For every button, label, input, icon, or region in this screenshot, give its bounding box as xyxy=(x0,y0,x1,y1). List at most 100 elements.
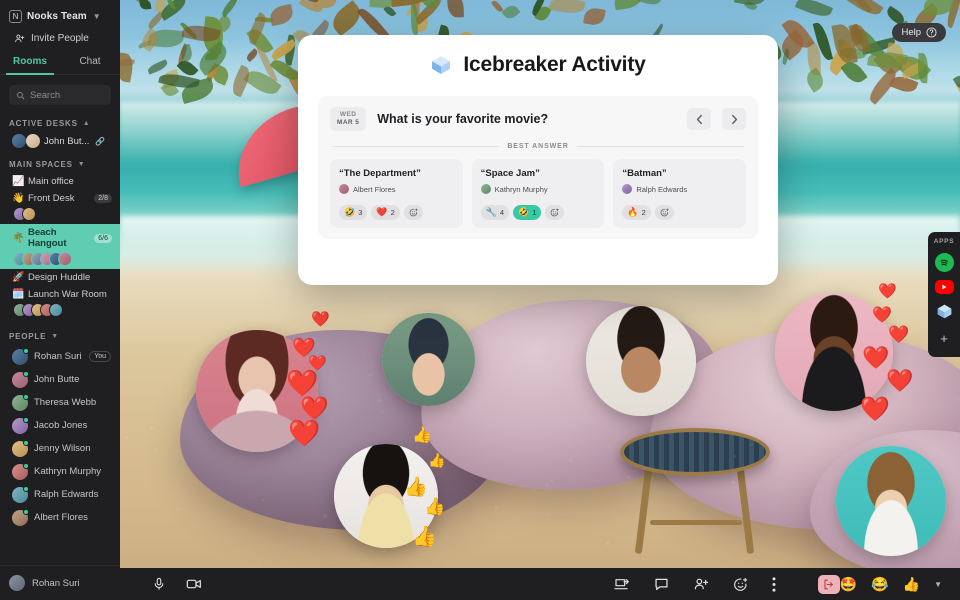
beach-table xyxy=(620,428,770,476)
invite-people-label: Invite People xyxy=(31,33,89,44)
video-tile[interactable] xyxy=(836,446,946,556)
divider-line xyxy=(332,146,500,147)
participant-video xyxy=(196,330,318,452)
avatar-wrapper xyxy=(12,347,29,365)
chat-button[interactable] xyxy=(654,577,669,591)
leaf xyxy=(612,0,643,11)
main-spaces-header[interactable]: MAIN SPACES ▼ xyxy=(0,152,120,173)
app-spotify-button[interactable] xyxy=(934,253,954,272)
sand-speck xyxy=(383,548,387,553)
reaction-chip[interactable]: 🤣 1 xyxy=(513,205,542,220)
sidebar-space-design-huddle[interactable]: 🚀 Design Huddle xyxy=(0,269,120,286)
question-card: WED MAR 5 What is your favorite movie? B… xyxy=(318,96,758,239)
people-header[interactable]: PEOPLE ▼ xyxy=(0,320,120,345)
sidebar-person-jacob-jones[interactable]: Jacob Jones xyxy=(0,414,120,437)
answer-card[interactable]: “Space Jam” Kathryn Murphy 🔧 4 🤣 1 xyxy=(471,159,605,228)
sidebar-person-ralph-edwards[interactable]: Ralph Edwards xyxy=(0,483,120,506)
sand-speck xyxy=(388,287,390,289)
answer-card[interactable]: “The Department” Albert Flores 🤣 3 ❤️ 2 xyxy=(330,159,463,228)
camera-button[interactable] xyxy=(186,577,202,591)
sidebar-person-jenny-wilson[interactable]: Jenny Wilson xyxy=(0,437,120,460)
sand-speck xyxy=(561,512,563,514)
add-people-button[interactable] xyxy=(693,577,709,591)
reactions-button[interactable] xyxy=(733,577,748,592)
app-youtube-button[interactable] xyxy=(934,280,954,294)
space-row: 👋 Front Desk 2/8 xyxy=(12,193,112,204)
video-tile[interactable] xyxy=(334,444,438,548)
sidebar-person-theresa-webb[interactable]: Theresa Webb xyxy=(0,391,120,414)
sidebar-person-albert-flores[interactable]: Albert Flores xyxy=(0,506,120,529)
sidebar-person-kathryn-murphy[interactable]: Kathryn Murphy xyxy=(0,460,120,483)
help-button[interactable]: Help xyxy=(892,23,946,42)
microphone-button[interactable] xyxy=(152,577,166,591)
video-tile[interactable] xyxy=(196,330,318,452)
online-status-dot xyxy=(23,416,29,423)
tab-chat[interactable]: Chat xyxy=(60,52,120,74)
link-icon[interactable]: 🔗 xyxy=(95,137,105,146)
sidebar-space-front-desk[interactable]: 👋 Front Desk 2/8 xyxy=(0,190,120,224)
sand-speck xyxy=(733,455,737,458)
answer-author: Albert Flores xyxy=(339,184,454,194)
sidebar-space-main-office[interactable]: 📈 Main office xyxy=(0,173,120,190)
add-reaction-button[interactable] xyxy=(403,205,423,220)
sidebar-space-launch-war-room[interactable]: 🗓️ Launch War Room xyxy=(0,286,120,320)
sand-speck xyxy=(154,448,158,452)
video-tile[interactable] xyxy=(382,313,475,406)
video-tile[interactable] xyxy=(775,293,893,411)
sidebar-person-john-butte[interactable]: John Butte xyxy=(0,368,120,391)
app-icebreaker-button[interactable] xyxy=(935,302,954,321)
team-switcher[interactable]: N Nooks Team ▼ xyxy=(0,0,120,31)
avatar xyxy=(58,252,72,266)
space-name: Design Huddle xyxy=(28,272,91,283)
avatar-wrapper xyxy=(12,439,29,457)
answer-card[interactable]: “Batman” Ralph Edwards 🔥 2 xyxy=(613,159,747,228)
sand-speck xyxy=(471,498,474,501)
sidebar-person-rohan-suri[interactable]: Rohan Suri You xyxy=(0,345,120,368)
reaction-chip[interactable]: 🔧 4 xyxy=(480,205,510,220)
active-desks-header[interactable]: ACTIVE DESKS ▲ xyxy=(0,111,120,132)
add-reaction-button[interactable] xyxy=(545,205,565,220)
quick-reaction-star-struck[interactable]: 🤩 xyxy=(840,577,857,591)
search-input[interactable]: Search xyxy=(9,85,111,105)
share-screen-button[interactable] xyxy=(614,577,630,591)
sand-speck xyxy=(957,428,959,430)
next-question-button[interactable] xyxy=(722,108,746,130)
answer-author: Kathryn Murphy xyxy=(480,184,596,194)
online-status-dot xyxy=(23,462,29,469)
quick-reaction-thumbs-up[interactable]: 👍 xyxy=(903,577,920,591)
avatar xyxy=(9,575,25,591)
add-reaction-icon xyxy=(551,208,560,217)
leave-room-button[interactable] xyxy=(817,574,840,594)
icebreaker-modal: Icebreaker Activity WED MAR 5 What is yo… xyxy=(298,35,778,285)
sand-speck xyxy=(380,410,383,414)
sand-speck xyxy=(607,492,609,495)
reaction-chip[interactable]: 🤣 3 xyxy=(339,205,368,220)
reaction-count: 3 xyxy=(358,208,363,217)
more-options-button[interactable] xyxy=(772,576,776,592)
reaction-chip[interactable]: ❤️ 2 xyxy=(371,205,400,220)
current-user-bar[interactable]: Rohan Suri xyxy=(0,565,120,600)
sand-speck xyxy=(538,367,541,370)
quick-reaction-joy[interactable]: 😂 xyxy=(871,577,888,591)
sidebar-tabs: Rooms Chat xyxy=(0,52,120,75)
sand-speck xyxy=(261,498,264,501)
person-name: Albert Flores xyxy=(34,512,88,523)
active-desk-item[interactable]: John But... 🔗 xyxy=(0,132,120,152)
sidebar-space-beach-hangout[interactable]: 🌴 Beach Hangout 6/6 xyxy=(0,224,120,269)
leaf xyxy=(844,0,884,20)
sidebar: N Nooks Team ▼ Invite People Rooms Chat … xyxy=(0,0,120,600)
chevron-down-icon[interactable]: ▼ xyxy=(934,580,942,589)
tab-rooms[interactable]: Rooms xyxy=(0,52,60,74)
previous-question-button[interactable] xyxy=(687,108,711,130)
person-name: Jacob Jones xyxy=(34,420,88,431)
leaf xyxy=(956,40,960,71)
screen-share-icon xyxy=(614,579,629,590)
reaction-chip[interactable]: 🔥 2 xyxy=(622,205,651,220)
add-reaction-button[interactable] xyxy=(654,205,674,220)
invite-people-button[interactable]: Invite People xyxy=(0,31,120,52)
chevron-left-icon xyxy=(696,114,702,124)
answer-title: “Space Jam” xyxy=(480,168,540,179)
video-tile[interactable] xyxy=(586,306,696,416)
add-reaction-icon xyxy=(409,208,418,217)
app-add-button[interactable]: + xyxy=(935,329,954,348)
